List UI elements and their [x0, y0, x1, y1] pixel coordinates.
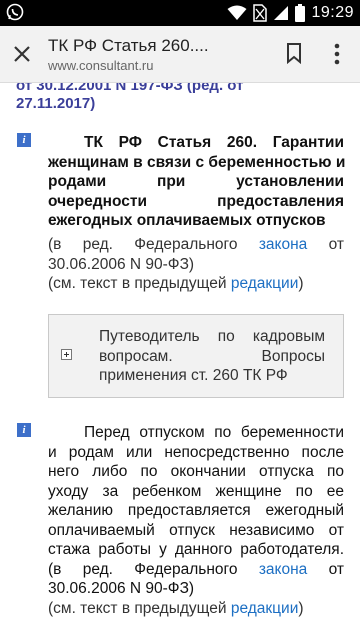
custom-tab-toolbar: ТК РФ Статья 260.... www.consultant.ru [0, 26, 360, 83]
article-title-line: родами при установлении [48, 173, 344, 190]
document-subtitle: от 30.12.2001 N 197-ФЗ (ред. от 27.11.20… [16, 83, 346, 113]
amendment-suffix: от [328, 236, 345, 253]
paragraph-amendment-date: 30.06.2006 N 90-ФЗ) [48, 580, 195, 597]
previous-edition-suffix: ) [298, 599, 304, 617]
amendment-note: (в ред. Федерального закона от 30.06.200… [48, 235, 344, 274]
guide-line: вопросам. Вопросы [99, 347, 325, 365]
amendment-prefix: (в ред. Федерального [48, 560, 238, 578]
guide-box[interactable]: Путеводитель по кадровым вопросам. Вопро… [48, 314, 344, 398]
no-sim-icon [253, 4, 268, 22]
previous-edition-note: (см. текст в предыдущей редакции) [48, 274, 344, 294]
previous-edition-prefix: (см. текст в предыдущей [48, 599, 231, 617]
article-title: ТК РФ Статья 260. Гарантии женщинам в св… [48, 133, 346, 231]
battery-icon [295, 4, 306, 22]
wifi-icon [227, 5, 247, 20]
article-title-line: ТК РФ Статья 260. Гарантии [84, 134, 344, 151]
previous-edition-prefix: (см. текст в предыдущей [48, 275, 231, 292]
paragraph-line: Перед отпуском по беременности [84, 424, 344, 441]
page-title: ТК РФ Статья 260.... [48, 36, 209, 55]
guide-text[interactable]: Путеводитель по кадровым вопросам. Вопро… [99, 327, 325, 386]
whatsapp-icon [6, 3, 24, 21]
previous-edition-link[interactable]: редакции [231, 600, 299, 617]
article-title-line: ежегодных оплачиваемых отпусков [48, 212, 326, 229]
document-subtitle-line: 27.11.2017) [16, 95, 96, 112]
close-icon[interactable] [12, 44, 32, 64]
paragraph-previous-edition: (см. текст в предыдущей редакции) [48, 599, 344, 619]
law-link[interactable]: закона [259, 236, 307, 253]
paragraph-line: уходу за ребенком женщине по ее [48, 482, 344, 500]
paragraph-line: стажа работы у данного работодателя. [48, 541, 344, 558]
guide-line: применения ст. 260 ТК РФ [99, 367, 288, 384]
amendment-suffix: от [328, 560, 345, 578]
page-url: www.consultant.ru [48, 58, 154, 73]
guide-line: Путеводитель по кадровым [99, 328, 325, 345]
law-link[interactable]: закона [259, 561, 307, 578]
article-title-line: женщинам в связи с беременностью и [48, 153, 346, 171]
bookmark-icon[interactable] [284, 42, 304, 64]
amendment-prefix: (в ред. Федерального [48, 236, 238, 253]
article-title-line: очередности предоставления [48, 192, 344, 210]
article-content[interactable]: от 30.12.2001 N 197-ФЗ (ред. от 27.11.20… [0, 83, 360, 640]
amendment-note-date: 30.06.2006 N 90-ФЗ) [48, 255, 195, 273]
paragraph-line: желанию предоставляется ежегодный [48, 502, 344, 519]
status-time: 19:29 [311, 4, 354, 21]
document-subtitle-line: от 30.12.2001 N 197-ФЗ (ред. от [16, 83, 244, 94]
previous-edition-suffix: ) [298, 275, 304, 292]
previous-edition-link[interactable]: редакции [231, 275, 299, 292]
info-icon[interactable]: i [17, 133, 31, 147]
article-paragraph: Перед отпуском по беременности и родам и… [48, 423, 344, 618]
overflow-menu-icon[interactable] [334, 43, 340, 65]
signal-icon [274, 6, 289, 20]
paragraph-line: и родам или непосредственно после [48, 443, 344, 461]
paragraph-amendment-line: (в ред. Федерального закона от [48, 560, 344, 580]
status-bar: 19:29 [0, 0, 360, 26]
expand-plus-icon[interactable] [61, 349, 72, 360]
page-title-block: ТК РФ Статья 260.... www.consultant.ru [48, 36, 258, 75]
amendment-note-line: (в ред. Федерального закона от [48, 235, 344, 255]
info-icon[interactable]: i [17, 423, 31, 437]
paragraph-line: него либо по окончании отпуска по [48, 463, 344, 480]
paragraph-line: оплачиваемый отпуск независимо от [48, 521, 344, 539]
